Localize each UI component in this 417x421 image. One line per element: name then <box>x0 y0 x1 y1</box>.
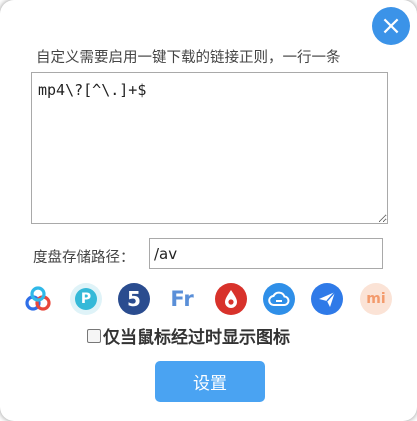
path-input[interactable] <box>149 238 383 269</box>
baidu-pan-icon[interactable] <box>22 283 54 315</box>
submit-button[interactable]: 设置 <box>155 361 265 402</box>
pikpak-icon[interactable]: P <box>70 283 102 315</box>
hover-only-label: 仅当鼠标经过时显示图标 <box>103 328 290 348</box>
five-icon[interactable]: 5 <box>118 283 150 315</box>
close-icon[interactable]: × <box>372 7 410 45</box>
service-icon-row: P 5 Fr mi <box>22 283 398 317</box>
hover-only-option[interactable]: 仅当鼠标经过时显示图标 <box>87 323 290 348</box>
fr-icon[interactable]: Fr <box>166 283 198 315</box>
cloud-sync-icon[interactable] <box>263 283 295 315</box>
regex-textarea[interactable]: mp4\?[^\.]+$ <box>31 72 388 224</box>
regex-prompt: 自定义需要启用一键下载的链接正则，一行一条 <box>36 50 341 66</box>
path-label: 度盘存储路径： <box>33 250 135 266</box>
paper-plane-icon[interactable] <box>311 283 343 315</box>
red-drop-icon[interactable] <box>215 283 247 315</box>
hover-only-checkbox[interactable] <box>87 328 101 343</box>
mi-icon[interactable]: mi <box>360 283 392 315</box>
settings-dialog: × 自定义需要启用一键下载的链接正则，一行一条 mp4\?[^\.]+$ 度盘存… <box>0 0 417 421</box>
